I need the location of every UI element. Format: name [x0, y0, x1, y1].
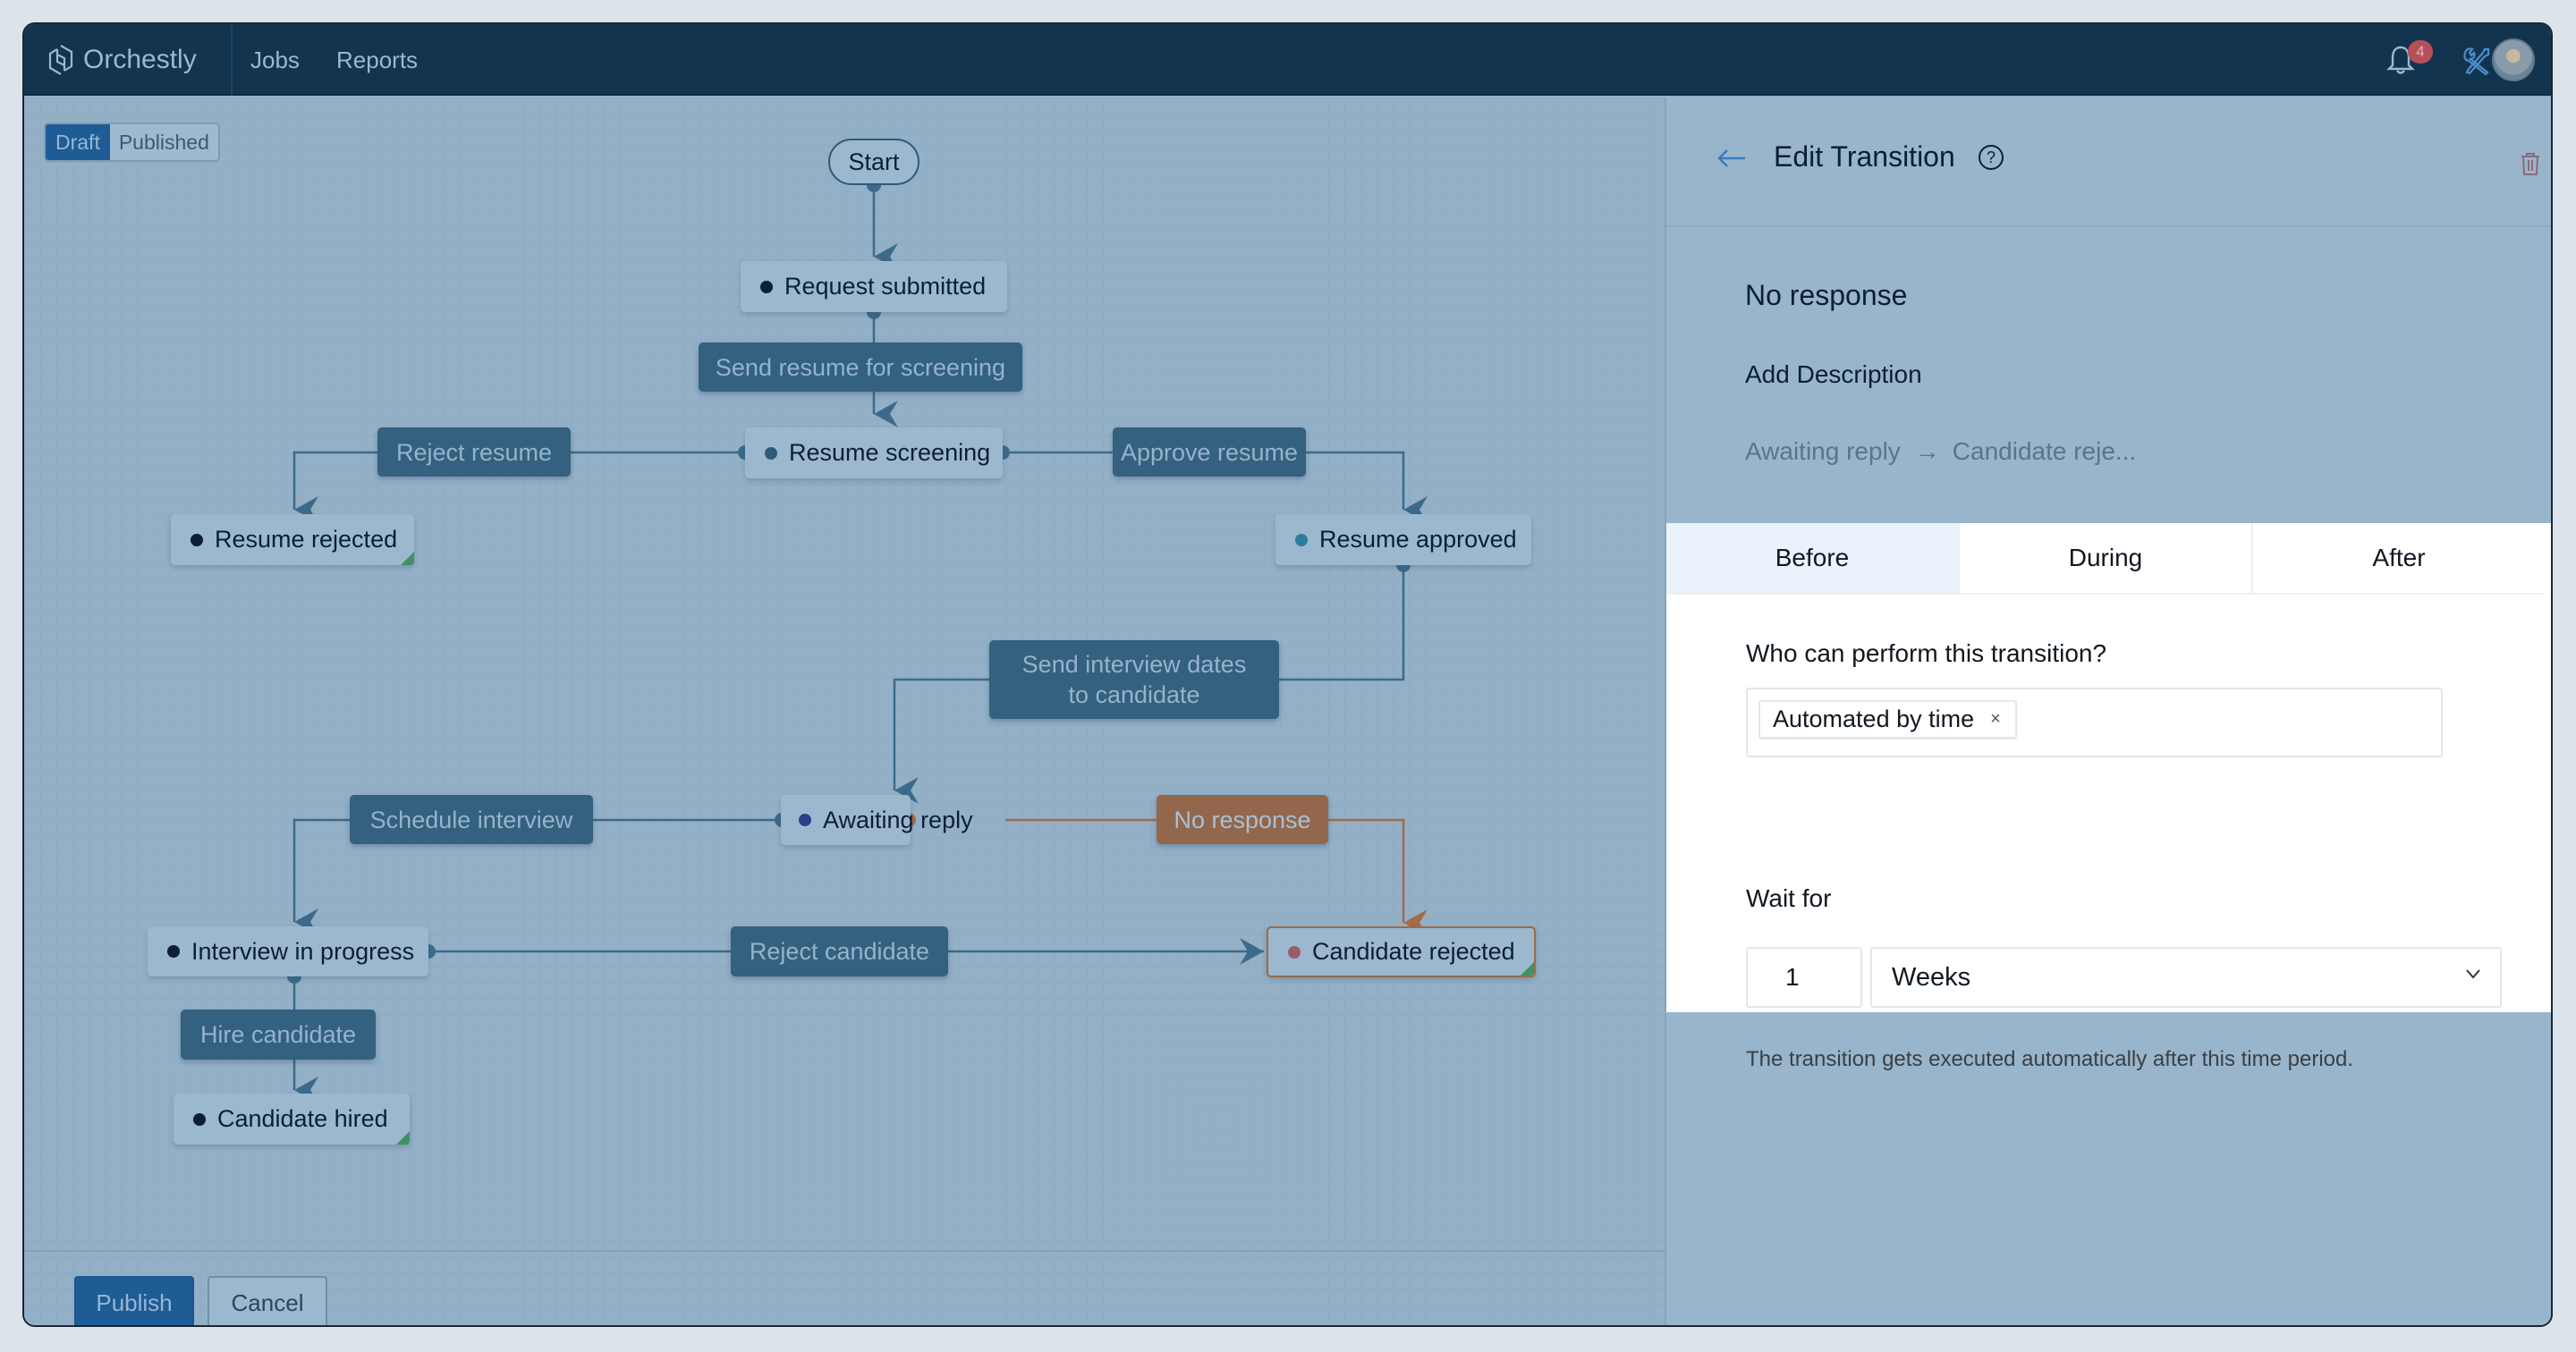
state-dot [193, 1112, 206, 1126]
state-label: Resume approved [1319, 526, 1517, 553]
tools-icon [2463, 47, 2490, 76]
chip-label: Automated by time [1773, 706, 1975, 732]
nav-jobs[interactable]: Jobs [250, 24, 300, 96]
state-dot [765, 446, 777, 460]
app-logo[interactable]: Orchestly [47, 24, 197, 96]
port [738, 445, 745, 460]
tab-after[interactable]: After [2253, 523, 2545, 593]
state-dot [167, 945, 180, 958]
state-request-submitted[interactable]: Request submitted [741, 261, 1007, 312]
port [428, 944, 436, 959]
transition-path: Awaiting reply → Candidate reje... [1745, 437, 2136, 466]
state-resume-screening[interactable]: Resume screening [745, 427, 1003, 478]
port [1396, 565, 1411, 572]
app-window: Orchestly Jobs Reports 4 Draft Published [22, 22, 2553, 1327]
wait-unit-value: Weeks [1892, 962, 1971, 992]
help-icon[interactable]: ? [1979, 145, 2004, 170]
notification-badge: 4 [2408, 40, 2433, 63]
port [867, 312, 881, 319]
app-name: Orchestly [83, 45, 197, 74]
end-state-marker [401, 552, 414, 565]
who-can-perform-label: Who can perform this transition? [1746, 639, 2107, 667]
transition-hire-candidate[interactable]: Hire candidate [181, 1010, 376, 1060]
transition-reject-resume[interactable]: Reject resume [377, 427, 571, 477]
performer-chip: Automated by time × [1758, 700, 2017, 739]
state-label: Request submitted [784, 273, 987, 300]
transition-name[interactable]: No response [1745, 279, 1907, 312]
state-label: Resume screening [789, 439, 991, 466]
footer-divider [24, 1250, 1665, 1252]
chevron-down-icon [2466, 969, 2480, 979]
wait-unit-select[interactable]: Weeks [1870, 947, 2502, 1008]
state-dot [191, 533, 203, 546]
end-state-marker [1521, 962, 1534, 976]
state-dot [1288, 945, 1301, 959]
edit-transition-panel: Edit Transition ? No response Add Descri… [1665, 97, 2551, 1325]
start-node[interactable]: Start [828, 139, 919, 185]
transition-send-dates[interactable]: Send interview dates to candidate [989, 640, 1279, 719]
transition-approve-resume[interactable]: Approve resume [1113, 427, 1306, 477]
state-label: Awaiting reply [823, 806, 973, 833]
settings-tools-button[interactable] [2462, 46, 2492, 80]
add-description-link[interactable]: Add Description [1745, 360, 1922, 389]
cancel-button[interactable]: Cancel [208, 1276, 327, 1325]
state-dot [760, 280, 773, 293]
state-label: Candidate hired [217, 1105, 388, 1132]
state-label: Candidate rejected [1312, 938, 1515, 965]
state-dot [1295, 533, 1308, 546]
panel-header: Edit Transition ? [1666, 97, 2551, 227]
wait-for-label: Wait for [1746, 884, 1832, 912]
port [867, 185, 881, 192]
header-divider [231, 24, 233, 96]
transition-settings-card: Before During After Who can perform this… [1666, 523, 2551, 1071]
state-interview-in-progress[interactable]: Interview in progress [148, 926, 428, 976]
chip-remove-icon[interactable]: × [1990, 709, 2001, 730]
state-label: Resume rejected [215, 526, 398, 553]
wait-duration-input[interactable]: 1 [1746, 947, 1862, 1008]
transition-schedule-interview[interactable]: Schedule interview [350, 795, 593, 844]
end-state-marker [396, 1131, 410, 1145]
state-label: Interview in progress [191, 937, 415, 965]
arrow-left-icon [1717, 149, 1745, 167]
workflow-canvas[interactable]: Draft Published Start Request submitted … [24, 97, 1665, 1325]
state-awaiting-reply[interactable]: Awaiting reply [781, 795, 973, 845]
state-resume-rejected[interactable]: Resume rejected [171, 514, 414, 565]
wait-hint-text: The transition gets executed automatical… [1746, 1047, 2354, 1071]
panel-title: Edit Transition [1774, 140, 1955, 173]
orchestly-logo-icon [48, 45, 73, 75]
tab-during[interactable]: During [1960, 523, 2253, 593]
state-candidate-rejected[interactable]: Candidate rejected [1267, 926, 1536, 977]
nav-reports[interactable]: Reports [336, 24, 418, 96]
trash-icon [2521, 153, 2539, 175]
publish-button[interactable]: Publish [74, 1276, 194, 1325]
state-resume-approved[interactable]: Resume approved [1275, 514, 1531, 565]
state-candidate-hired[interactable]: Candidate hired [174, 1094, 410, 1145]
port [1003, 445, 1010, 460]
tab-before[interactable]: Before [1666, 523, 1960, 593]
transition-reject-candidate[interactable]: Reject candidate [731, 926, 948, 976]
path-to: Candidate reje... [1952, 437, 2137, 465]
performer-input[interactable]: Automated by time × [1746, 688, 2443, 757]
top-nav-bar: Orchestly Jobs Reports 4 [24, 24, 2551, 96]
arrow-right-icon: → [1914, 437, 1940, 465]
back-button[interactable] [1716, 148, 1747, 173]
delete-transition-button[interactable] [2520, 151, 2541, 181]
phase-tabs: Before During After [1666, 523, 2545, 595]
path-from: Awaiting reply [1745, 437, 1901, 465]
user-avatar[interactable] [2492, 38, 2535, 81]
port [287, 976, 301, 984]
transition-no-response[interactable]: No response [1157, 795, 1328, 844]
state-dot [799, 814, 811, 826]
transition-send-resume[interactable]: Send resume for screening [699, 342, 1022, 392]
